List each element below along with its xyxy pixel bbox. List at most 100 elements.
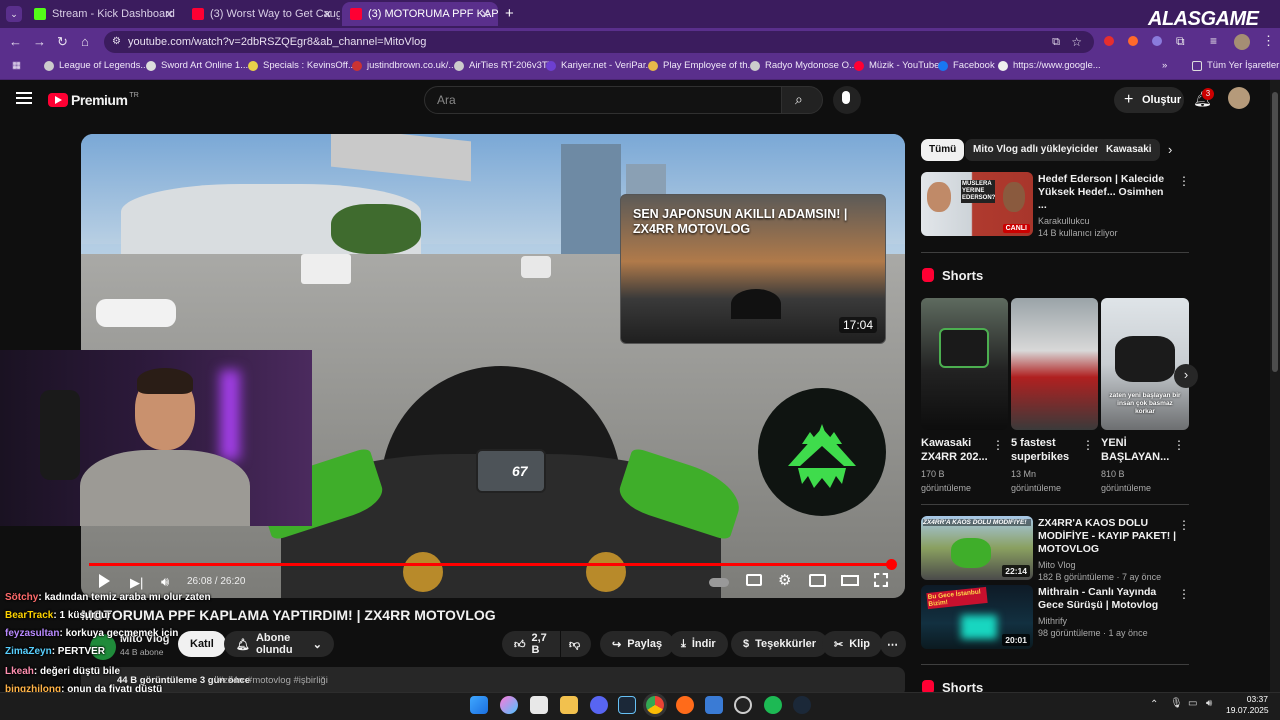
steam-icon[interactable] (618, 696, 636, 714)
live-item-info[interactable]: Hedef Ederson | Kalecide Yüksek Hedef...… (1038, 173, 1166, 239)
tab-motoruma-active[interactable]: (3) MOTORUMA PPF KAPLAMA ✕ (342, 2, 498, 26)
search-button[interactable]: ⌕ (781, 86, 823, 114)
file-explorer-icon[interactable] (560, 696, 578, 714)
bookmark-item[interactable]: Müzik - YouTube (854, 60, 939, 71)
create-button[interactable]: + Oluştur (1114, 87, 1184, 113)
thanks-button[interactable]: $ Teşekkürler (731, 631, 829, 657)
download-button[interactable]: ⤓ İndir (669, 631, 728, 657)
discord-icon[interactable] (590, 696, 608, 714)
star-icon[interactable]: ☆ (1071, 31, 1082, 53)
media-icon[interactable]: ≡ (1210, 34, 1217, 48)
new-tab-button[interactable]: + (505, 5, 514, 22)
apps-icon[interactable]: ▦ (12, 60, 21, 71)
video-thumbnail-2[interactable]: Bu Gece İstanbul Bizim! 20:01 (921, 585, 1033, 649)
more-bookmarks-icon[interactable]: » (1162, 60, 1167, 71)
bookmark-item[interactable]: https://www.google... (998, 60, 1101, 71)
extension-icon[interactable] (1152, 36, 1162, 46)
install-icon[interactable]: ⧉ (1052, 31, 1060, 53)
bookmark-item[interactable]: Radyo Mydonose O... (750, 60, 857, 71)
more-vert-icon[interactable]: ⋮ (1178, 518, 1190, 532)
short-thumbnail-1[interactable] (921, 298, 1008, 430)
short-info-3[interactable]: YENİ BAŞLAYAN... 810 B görüntüleme (1101, 436, 1169, 495)
bookmark-item[interactable]: AirTies RT-206v3TT (454, 60, 553, 71)
chip-from-uploader[interactable]: Mito Vlog adlı yükleyiciden (965, 139, 1109, 161)
all-bookmarks[interactable]: Tüm Yer İşaretleri (1192, 60, 1280, 71)
clock[interactable]: 03:37 19.07.2025 (1226, 694, 1269, 716)
more-vert-icon[interactable]: ⋮ (1082, 438, 1094, 452)
close-icon[interactable]: ✕ (323, 8, 332, 21)
chrome-icon[interactable] (646, 696, 664, 714)
search-input[interactable]: Ara (424, 86, 782, 114)
steam-icon[interactable] (793, 696, 811, 714)
network-icon[interactable]: ▭ (1188, 698, 1197, 709)
tab-kick-dashboard[interactable]: Stream - Kick Dashboard ✕ (26, 2, 182, 26)
chevron-right-icon[interactable]: › (1168, 142, 1172, 157)
photos-icon[interactable] (705, 696, 723, 714)
puzzle-icon[interactable]: ⧉ (1176, 34, 1185, 49)
profile-avatar[interactable] (1234, 34, 1250, 50)
more-vert-icon[interactable]: ⋮ (992, 438, 1004, 452)
app-icon[interactable] (734, 696, 752, 714)
mic-tray-icon[interactable]: 🎙︎ (1170, 698, 1183, 709)
clip-button[interactable]: ✂ Klip (822, 631, 882, 657)
video-thumbnail-1[interactable]: ZX4RR'A KAOS DOLU MODIFIYE! 22:14 (921, 516, 1033, 580)
endscreen-video-card[interactable]: SEN JAPONSUN AKILLI ADAMSIN! | ZX4RR MOT… (620, 194, 886, 344)
bookmark-item[interactable]: Specials : KevinsOff... (248, 60, 356, 71)
video-info-2[interactable]: Mithrain - Canlı Yayında Gece Sürüşü | M… (1038, 586, 1178, 639)
dislike-button[interactable]: 👎︎ (561, 631, 591, 657)
short-info-2[interactable]: 5 fastest superbikes 13 Mn görüntüleme (1011, 436, 1079, 495)
more-actions-button[interactable]: ⋯ (880, 631, 906, 657)
scrollbar-thumb[interactable] (1272, 92, 1278, 372)
tab-worst-way[interactable]: (3) Worst Way to Get Caught C ✕ (184, 2, 340, 26)
progress-scrubber[interactable] (885, 559, 897, 570)
more-vert-icon[interactable]: ⋮ (1173, 438, 1185, 452)
volume-tray-icon[interactable]: 🔊︎ (1206, 698, 1212, 709)
url-field[interactable]: ⚙ youtube.com/watch?v=2dbRSZQEgr8&ab_cha… (104, 31, 1094, 53)
bookmark-item[interactable]: Kariyer.net - VeriPar... (546, 60, 653, 71)
close-icon[interactable]: ✕ (481, 8, 490, 21)
more-vert-icon[interactable]: ⋮ (1178, 587, 1190, 601)
copilot-icon[interactable] (500, 696, 518, 714)
extension-icon[interactable] (1128, 36, 1138, 46)
endscreen-channel-logo[interactable] (758, 388, 886, 516)
spotify-icon[interactable] (764, 696, 782, 714)
bookmark-item[interactable]: Facebook (938, 60, 995, 71)
tray-chevron-icon[interactable]: ⌃ (1150, 699, 1158, 710)
hashtags[interactable]: #zx4rr #motovlog #işbirliği (218, 675, 328, 686)
account-avatar[interactable] (1228, 87, 1250, 109)
short-thumbnail-2[interactable] (1011, 298, 1098, 430)
app-icon[interactable] (676, 696, 694, 714)
forward-icon[interactable]: → (33, 34, 46, 49)
reload-icon[interactable]: ↻ (57, 34, 68, 50)
like-button[interactable]: 👍︎ 2,7 B (502, 631, 560, 657)
extension-icon[interactable] (1104, 36, 1114, 46)
fullscreen-icon[interactable] (874, 573, 888, 587)
subscribed-button[interactable]: 🔔︎ Abone olundu ⌄ (224, 631, 334, 657)
site-info-icon[interactable]: ⚙ (112, 31, 121, 53)
close-icon[interactable]: ✕ (165, 8, 174, 21)
voice-search-button[interactable] (833, 86, 861, 114)
chip-kawasaki[interactable]: Kawasaki (1098, 139, 1160, 161)
home-icon[interactable]: ⌂ (81, 34, 89, 49)
store-icon[interactable] (530, 696, 548, 714)
volume-icon[interactable]: 🔊︎ (161, 574, 169, 590)
short-info-1[interactable]: Kawasaki ZX4RR 202... 170 B görüntüleme (921, 436, 989, 495)
subtitles-icon[interactable] (746, 574, 762, 586)
hamburger-menu-icon[interactable] (16, 92, 32, 104)
bookmark-item[interactable]: Sword Art Online 1... (146, 60, 248, 71)
next-video-icon[interactable]: ▶| (130, 575, 143, 591)
shorts-next-button[interactable]: › (1174, 364, 1198, 388)
join-button[interactable]: Katıl (178, 631, 226, 657)
theater-mode-icon[interactable] (841, 575, 859, 586)
short-thumbnail-3[interactable]: zaten yeni başlayan bir insan çok basmaz… (1101, 298, 1189, 430)
autoplay-toggle[interactable] (709, 578, 729, 587)
start-icon[interactable] (470, 696, 488, 714)
bookmark-item[interactable]: justindbrown.co.uk/... (352, 60, 456, 71)
chip-all[interactable]: Tümü (921, 139, 965, 161)
share-button[interactable]: ↪ Paylaş (600, 631, 675, 657)
more-vert-icon[interactable]: ⋮ (1178, 174, 1190, 188)
progress-track[interactable] (89, 559, 897, 570)
youtube-logo[interactable]: Premium TR (48, 92, 139, 108)
play-icon[interactable] (99, 574, 110, 588)
settings-gear-icon[interactable]: ⚙ (778, 571, 791, 589)
